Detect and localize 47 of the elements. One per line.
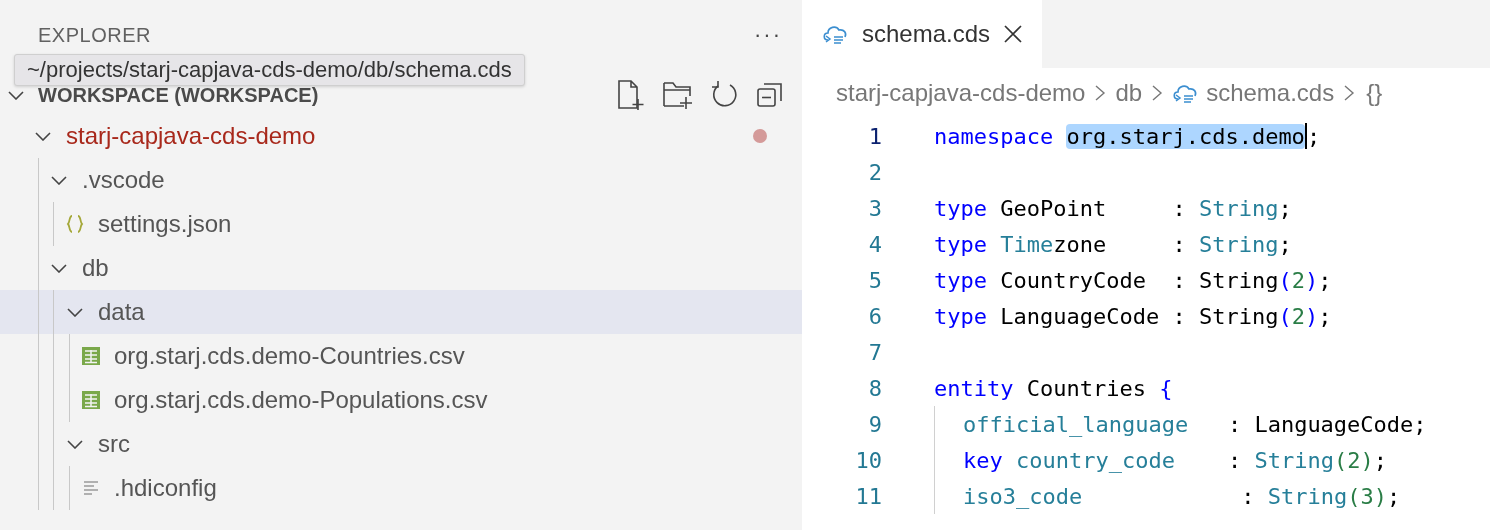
line-number: 10 xyxy=(854,447,882,473)
collapse-all-icon[interactable] xyxy=(756,81,784,109)
code-line: official_language : LanguageCode; xyxy=(963,411,1427,437)
line-number: 3 xyxy=(867,195,882,221)
breadcrumb-item[interactable]: schema.cds xyxy=(1206,79,1335,107)
line-number: 9 xyxy=(867,411,882,437)
more-actions-button[interactable]: ··· xyxy=(754,22,782,48)
folder-item[interactable]: starj-capjava-cds-demo xyxy=(0,114,802,158)
breadcrumb-item[interactable]: db xyxy=(1115,79,1143,107)
explorer-title: EXPLORER xyxy=(38,23,151,47)
path-tooltip: ~/projects/starj-capjava-cds-demo/db/schema.cds xyxy=(14,54,525,86)
cloud-file-icon xyxy=(1172,82,1199,104)
breadcrumb-item[interactable]: {} xyxy=(1366,79,1383,107)
line-number: 1 xyxy=(867,123,882,149)
line-number: 7 xyxy=(867,339,882,365)
folder-item[interactable]: .vscode xyxy=(0,158,802,202)
file-item[interactable]: settings.json xyxy=(0,202,802,246)
table-icon xyxy=(82,390,100,410)
line-number: 8 xyxy=(867,375,882,401)
editor-tab[interactable]: schema.cds xyxy=(802,0,1043,68)
code-line: type GeoPoint : String; xyxy=(934,195,1292,221)
new-file-icon[interactable] xyxy=(616,79,646,111)
line-number: 4 xyxy=(867,231,882,257)
code-line: key country_code : String(2); xyxy=(963,447,1387,473)
code-line: type Timezone : String; xyxy=(934,231,1292,257)
folder-item[interactable]: src xyxy=(0,422,802,466)
folder-item[interactable]: data xyxy=(0,290,802,334)
line-number: 5 xyxy=(867,267,882,293)
code-line: iso3_code : String(3); xyxy=(963,483,1401,509)
line-number: 6 xyxy=(867,303,882,329)
cloud-file-icon xyxy=(822,23,848,45)
braces-icon xyxy=(66,213,84,235)
file-item[interactable]: org.starj.cds.demo-Countries.csv xyxy=(0,334,802,378)
new-folder-icon[interactable] xyxy=(662,79,694,111)
code-line: entity Countries { xyxy=(934,375,1173,401)
file-item[interactable]: .hdiconfig xyxy=(0,466,802,510)
close-icon[interactable] xyxy=(1004,25,1023,43)
line-number: 2 xyxy=(867,159,882,185)
line-number: 11 xyxy=(854,483,882,509)
code-line: type CountryCode : String(2); xyxy=(934,267,1332,293)
code-line: type LanguageCode : String(2); xyxy=(934,303,1332,329)
workspace-title: WORKSPACE (WORKSPACE) xyxy=(38,83,319,107)
folder-item[interactable]: db xyxy=(0,246,802,290)
table-icon xyxy=(82,346,100,366)
breadcrumb-item[interactable]: starj-capjava-cds-demo xyxy=(836,79,1086,107)
lines-icon xyxy=(82,479,100,497)
file-item[interactable]: org.starj.cds.demo-Populations.csv xyxy=(0,378,802,422)
